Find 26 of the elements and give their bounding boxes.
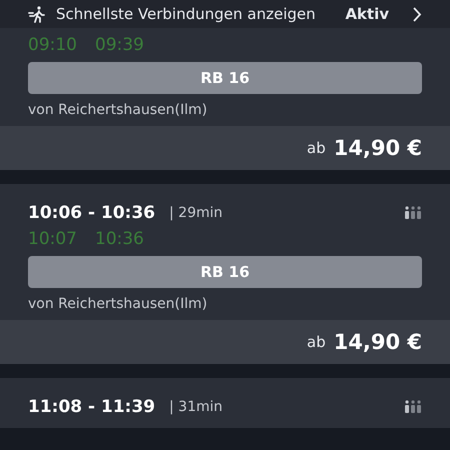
filter-row[interactable]: Schnellste Verbindungen anzeigen Aktiv (0, 0, 450, 28)
price: 14,90 € (334, 136, 422, 160)
train-label: RB 16 (28, 62, 422, 94)
realtime: 09:10 (28, 35, 77, 55)
connection-times: 11:08 - 11:39 (28, 397, 156, 417)
chevron-right-icon (413, 6, 422, 22)
realtime: 10:07 (28, 229, 77, 249)
origin-station: von Reichertshausen(Ilm) (28, 296, 208, 312)
price: 14,90 € (334, 330, 422, 354)
duration: | 29min (169, 205, 224, 221)
origin-station: von Reichertshausen(Ilm) (28, 102, 208, 118)
connection-times: 10:06 - 10:36 (28, 203, 156, 223)
walking-person-icon (28, 5, 46, 23)
filter-status: Aktiv (345, 5, 389, 23)
connection-card[interactable]: 09:10 09:39 RB 16 von Reichertshausen(Ilm) (0, 28, 450, 126)
duration: | 31min (169, 399, 224, 415)
filter-label: Schnellste Verbindungen anzeigen (56, 5, 317, 23)
occupancy-icon (404, 400, 422, 414)
connection-card[interactable]: 11:08 - 11:39 | 31min (0, 378, 450, 428)
price-prefix: ab (306, 139, 326, 157)
realtime: 10:36 (95, 229, 144, 249)
connection-card[interactable]: 10:06 - 10:36 | 29min 10:07 10:36 RB 16 von Reichertshausen(Ilm) (0, 184, 450, 320)
train-label: RB 16 (28, 256, 422, 288)
occupancy-icon (404, 206, 422, 220)
realtime: 09:39 (95, 35, 144, 55)
price-prefix: ab (306, 333, 326, 351)
